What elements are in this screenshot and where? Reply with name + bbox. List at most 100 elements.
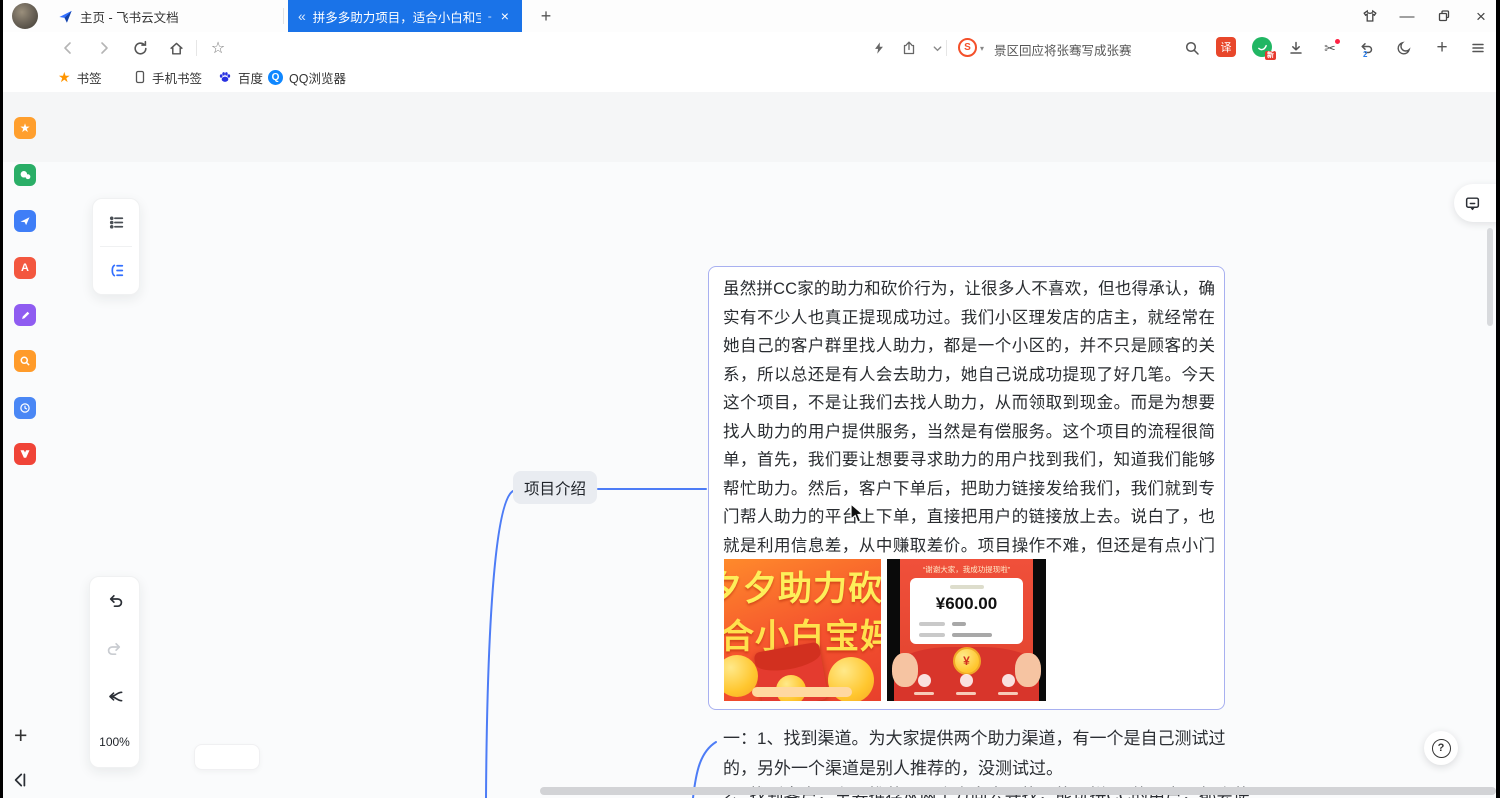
browser-window: 主页 - 飞书云文档 « 拼多多助力项目，适合小白和宝妈 - × + — × [0, 0, 1500, 798]
help-button[interactable]: ? [1424, 731, 1458, 765]
amount-label-bar [950, 585, 984, 589]
detail-bar [952, 622, 966, 626]
new-badge: 新 [1265, 51, 1276, 60]
bookmark-label: QQ浏览器 [289, 68, 346, 87]
finger-graphic [1015, 653, 1041, 687]
action-circle [918, 674, 931, 687]
canvas-tools-panel: 100% [89, 576, 140, 768]
withdraw-caption: “谢谢大家，我成功提现啦” [900, 564, 1033, 575]
attached-images-row: 夕夕助力砍 合小白宝妈 “谢谢大家，我成功提现啦” ¥600.00 [724, 559, 1046, 701]
mindmap-view-button[interactable] [93, 247, 139, 293]
gold-coin-graphic: ¥ [953, 647, 981, 675]
collapse-branches-button[interactable] [90, 672, 139, 720]
sogou-logo-icon[interactable]: S [958, 38, 977, 57]
toolbar-separator [196, 40, 197, 56]
bookmark-baidu[interactable]: 百度 [218, 62, 263, 92]
promo-line1: 夕夕助力砍 [724, 561, 881, 610]
vertical-scrollbar[interactable] [1487, 228, 1493, 326]
detail-bar [952, 633, 992, 637]
floating-panel-fragment [194, 744, 260, 770]
translate-plane-icon[interactable] [14, 210, 36, 232]
new-tab-button[interactable]: + [534, 4, 558, 28]
withdraw-screenshot[interactable]: “谢谢大家，我成功提现啦” ¥600.00 ¥ [887, 559, 1046, 701]
mindmap-node-step1[interactable]: 一：1、找到渠道。为大家提供两个助力渠道，有一个是自己测试过的，另外一个渠道是别… [723, 724, 1231, 783]
share-page-icon[interactable] [897, 36, 921, 60]
outline-view-button[interactable] [93, 199, 139, 246]
translate-a-icon[interactable]: A [14, 257, 36, 279]
undo-history-icon[interactable]: 2 [1354, 36, 1378, 60]
menu-icon[interactable] [1466, 36, 1490, 60]
bookmarks-bar: ★ 书签 手机书签 百度 Q QQ浏览器 [0, 62, 1500, 93]
minimize-button[interactable]: — [1393, 4, 1421, 28]
pen-note-icon[interactable] [14, 304, 36, 326]
tab-active-doc[interactable]: « 拼多多助力项目，适合小白和宝妈 - × [288, 0, 522, 32]
skin-theme-button[interactable] [1356, 4, 1384, 28]
add-icon[interactable]: + [1430, 36, 1454, 60]
forward-button[interactable] [92, 36, 116, 60]
finger-graphic [892, 653, 918, 687]
horizontal-scrollbar[interactable] [540, 787, 1496, 795]
search-icon[interactable] [1180, 36, 1204, 60]
browser-profile-avatar[interactable] [12, 3, 38, 29]
tab-label-suffix: - [488, 9, 492, 23]
plugin-icon[interactable]: 新 [1252, 37, 1272, 57]
hot-search-text[interactable]: 景区回应将张骞写成张赛 [994, 40, 1132, 59]
redo-button[interactable] [90, 625, 139, 672]
detail-bar [919, 622, 945, 626]
home-button[interactable] [164, 36, 188, 60]
notification-dot [1335, 39, 1340, 44]
tab-feishu-home[interactable]: 主页 - 飞书云文档 [48, 0, 284, 32]
comments-pill[interactable] [1454, 184, 1500, 222]
action-label-bar [914, 692, 934, 695]
doc-header: 拼多多助力项目，适合小白和宝妈 ☆ 我的空间 已经保存到云端 分享 ··· + [0, 92, 1500, 162]
star-icon: ★ [58, 69, 71, 86]
screen-edge [0, 0, 3, 798]
doc-favicon-icon: « [298, 8, 306, 24]
download-icon[interactable] [1284, 36, 1308, 60]
pdf-adobe-icon[interactable] [14, 443, 36, 465]
dark-mode-moon-icon[interactable] [1392, 36, 1416, 60]
tab-strip: 主页 - 飞书云文档 « 拼多多助力项目，适合小白和宝妈 - × + — × [0, 0, 1500, 32]
caret-down-icon[interactable]: ▾ [980, 44, 984, 53]
zoom-level-label[interactable]: 100% [90, 720, 139, 767]
bookmark-label: 书签 [77, 68, 102, 87]
comment-icon [1464, 195, 1481, 212]
clock-icon[interactable] [14, 397, 36, 419]
withdraw-bg: “谢谢大家，我成功提现啦” ¥600.00 ¥ [900, 559, 1033, 701]
tab-separator [283, 8, 284, 24]
action-circle [1002, 674, 1015, 687]
tab-label: 主页 - 飞书云文档 [80, 7, 179, 26]
bookmark-label: 百度 [238, 68, 263, 87]
feishu-logo-icon [58, 9, 73, 24]
bookmark-page-icon[interactable]: ☆ [206, 36, 230, 60]
back-button[interactable] [56, 36, 80, 60]
undo-button[interactable] [90, 577, 139, 625]
collapse-sidebar-button[interactable] [10, 770, 30, 790]
withdraw-amount: ¥600.00 [910, 594, 1023, 614]
tab-label: 拼多多助力项目，适合小白和宝妈 [313, 7, 481, 26]
restore-button[interactable] [1430, 4, 1458, 28]
mouse-cursor [850, 503, 866, 525]
search-ext-icon[interactable] [14, 350, 36, 372]
boost-icon[interactable] [867, 36, 891, 60]
bookmark-folder[interactable]: ★ 书签 [58, 62, 102, 92]
screenshot-scissors-icon[interactable]: ✂ [1318, 36, 1342, 60]
bookmark-mobile[interactable]: 手机书签 [134, 62, 202, 92]
detail-paragraph: 虽然拼CC家的助力和砍价行为，让很多人不喜欢，但也得承认，确实有不少人也真正提现… [723, 275, 1215, 561]
translate-icon[interactable]: 译 [1216, 37, 1236, 57]
mindmap-node-intro[interactable]: 项目介绍 [513, 471, 597, 504]
action-label-bar [998, 692, 1018, 695]
question-mark-icon: ? [1432, 739, 1451, 758]
mindmap-node-detail[interactable]: 虽然拼CC家的助力和砍价行为，让很多人不喜欢，但也得承认，确实有不少人也真正提现… [708, 266, 1225, 710]
favorites-star-icon[interactable]: ★ [14, 117, 36, 139]
canvas-add-button[interactable]: + [14, 722, 27, 749]
refresh-button[interactable] [128, 36, 152, 60]
undo-count: 2 [1363, 50, 1367, 59]
promo-image[interactable]: 夕夕助力砍 合小白宝妈 [724, 559, 881, 701]
browser-toolbar: ☆ S ▾ 景区回应将张骞写成张赛 译 新 ✂ 2 [0, 32, 1500, 62]
close-window-button[interactable]: × [1467, 4, 1495, 28]
qq-browser-icon: Q [268, 70, 283, 85]
bookmark-qq-browser[interactable]: Q QQ浏览器 [268, 62, 346, 92]
tab-close-icon[interactable]: × [501, 9, 509, 23]
wechat-icon[interactable] [14, 164, 36, 186]
